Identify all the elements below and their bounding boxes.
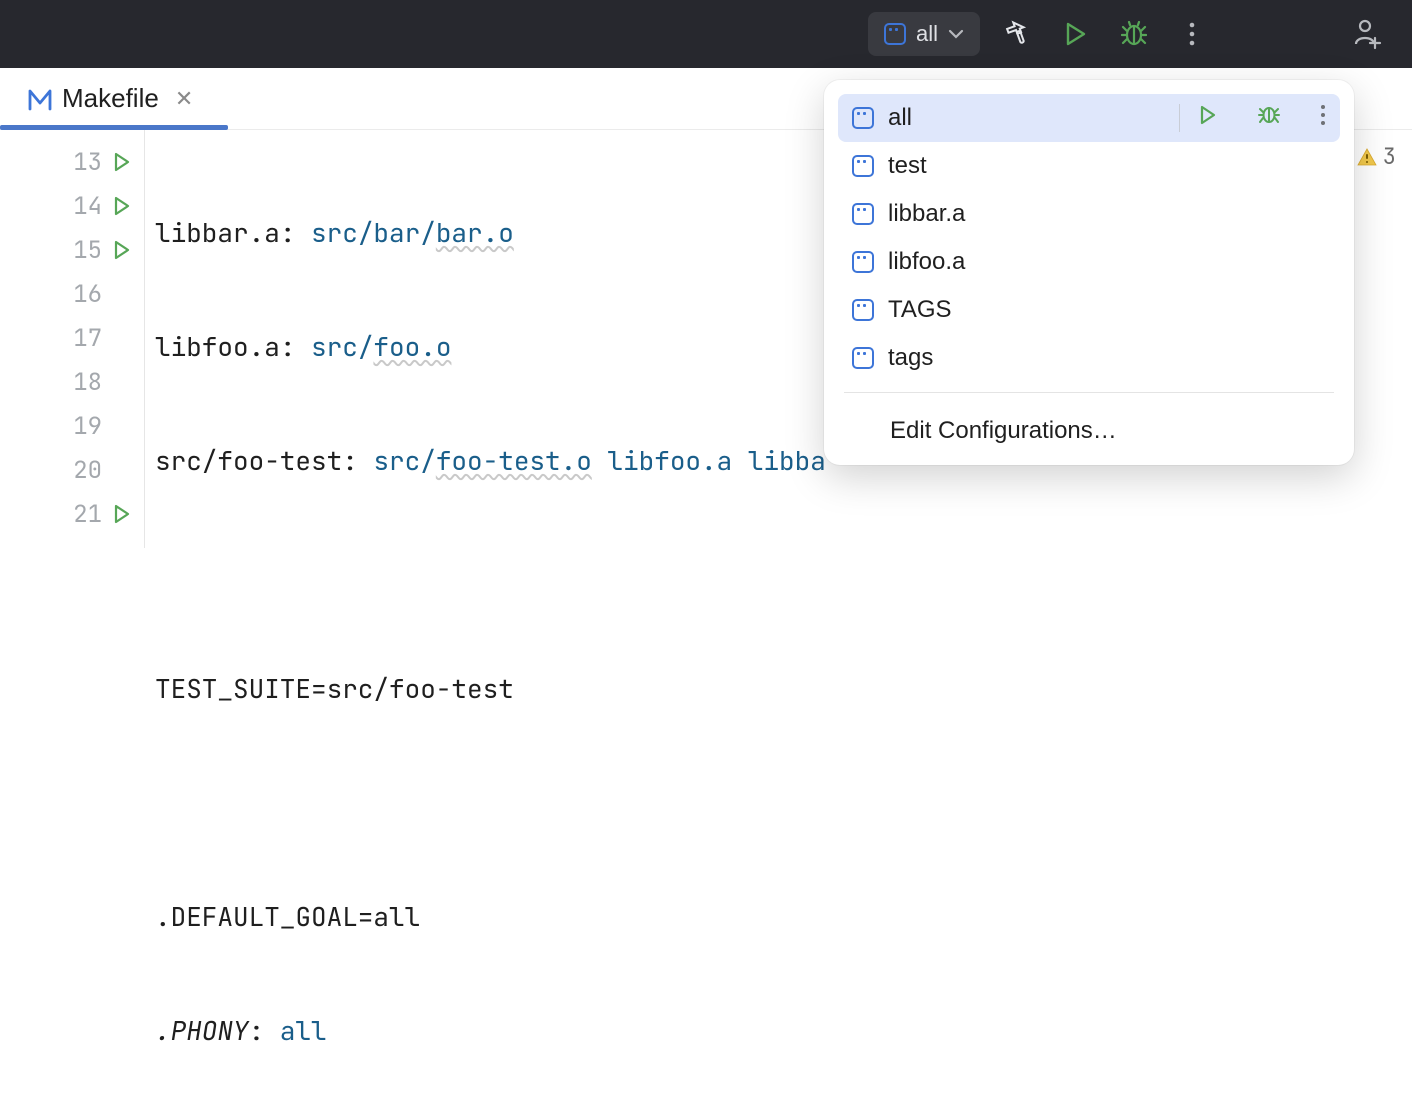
config-item-label: test bbox=[888, 152, 927, 180]
hammer-icon bbox=[1004, 20, 1032, 48]
application-icon bbox=[852, 299, 874, 321]
edit-configurations-label: Edit Configurations… bbox=[890, 417, 1117, 445]
collaborate-button[interactable] bbox=[1348, 14, 1388, 54]
gutter-run-button[interactable] bbox=[112, 196, 132, 216]
gutter-line: 15 bbox=[0, 228, 144, 272]
top-toolbar: all bbox=[0, 0, 1412, 68]
application-icon bbox=[852, 347, 874, 369]
edit-configurations[interactable]: Edit Configurations… bbox=[838, 403, 1340, 459]
application-icon bbox=[852, 155, 874, 177]
gutter-line: 17 bbox=[0, 316, 144, 360]
config-item-all[interactable]: all bbox=[838, 94, 1340, 142]
config-item-label: tags bbox=[888, 344, 933, 372]
application-icon bbox=[852, 107, 874, 129]
play-icon bbox=[1198, 105, 1218, 125]
kebab-icon bbox=[1188, 22, 1196, 46]
config-item-label: libbar.a bbox=[888, 200, 965, 228]
code-area[interactable]: libbar.a: src/bar/bar.o libfoo.a: src/fo… bbox=[145, 130, 826, 548]
config-item-label: all bbox=[888, 104, 912, 132]
config-item-label: libfoo.a bbox=[888, 248, 965, 276]
config-item-libbar[interactable]: libbar.a bbox=[838, 190, 1340, 238]
tab-makefile[interactable]: Makefile ✕ bbox=[0, 68, 221, 129]
gutter-run-button[interactable] bbox=[112, 152, 132, 172]
gutter-line: 18 bbox=[0, 360, 144, 404]
config-item-tags-lower[interactable]: tags bbox=[838, 334, 1340, 382]
gutter-line: 21 bbox=[0, 492, 144, 536]
makefile-icon bbox=[28, 87, 52, 111]
run-button[interactable] bbox=[1056, 14, 1096, 54]
run-config-button[interactable] bbox=[1198, 104, 1218, 132]
warning-icon bbox=[1357, 147, 1377, 167]
bug-icon bbox=[1121, 21, 1147, 47]
run-config-selector[interactable]: all bbox=[868, 12, 980, 56]
debug-button[interactable] bbox=[1114, 14, 1154, 54]
config-more-button[interactable] bbox=[1320, 104, 1326, 133]
add-person-icon bbox=[1353, 18, 1383, 50]
config-item-label: TAGS bbox=[888, 296, 952, 324]
gutter-run-button[interactable] bbox=[112, 504, 132, 524]
build-button[interactable] bbox=[998, 14, 1038, 54]
gutter-run-button[interactable] bbox=[112, 240, 132, 260]
tab-title: Makefile bbox=[62, 83, 159, 114]
run-config-dropdown: all test libbar.a libfoo.a TAGS tags Edi… bbox=[824, 80, 1354, 465]
config-item-tags-upper[interactable]: TAGS bbox=[838, 286, 1340, 334]
config-item-libfoo[interactable]: libfoo.a bbox=[838, 238, 1340, 286]
play-icon bbox=[1063, 21, 1089, 47]
gutter-line: 20 bbox=[0, 448, 144, 492]
run-config-label: all bbox=[916, 21, 938, 47]
gutter-line: 14 bbox=[0, 184, 144, 228]
application-icon bbox=[884, 23, 906, 45]
bug-icon bbox=[1258, 104, 1280, 126]
kebab-icon bbox=[1320, 104, 1326, 126]
config-item-test[interactable]: test bbox=[838, 142, 1340, 190]
divider bbox=[844, 392, 1334, 393]
gutter-line: 13 bbox=[0, 140, 144, 184]
chevron-down-icon bbox=[948, 27, 964, 41]
inspection-warning-badge[interactable]: 3 bbox=[1357, 142, 1396, 171]
application-icon bbox=[852, 203, 874, 225]
application-icon bbox=[852, 251, 874, 273]
close-tab-button[interactable]: ✕ bbox=[175, 86, 193, 112]
warning-count: 3 bbox=[1383, 142, 1396, 171]
separator bbox=[1179, 104, 1180, 132]
more-actions-button[interactable] bbox=[1172, 14, 1212, 54]
gutter-line: 19 bbox=[0, 404, 144, 448]
gutter-line: 16 bbox=[0, 272, 144, 316]
debug-config-button[interactable] bbox=[1258, 104, 1280, 133]
gutter: 13 14 15 16 17 18 19 20 21 bbox=[0, 130, 145, 548]
